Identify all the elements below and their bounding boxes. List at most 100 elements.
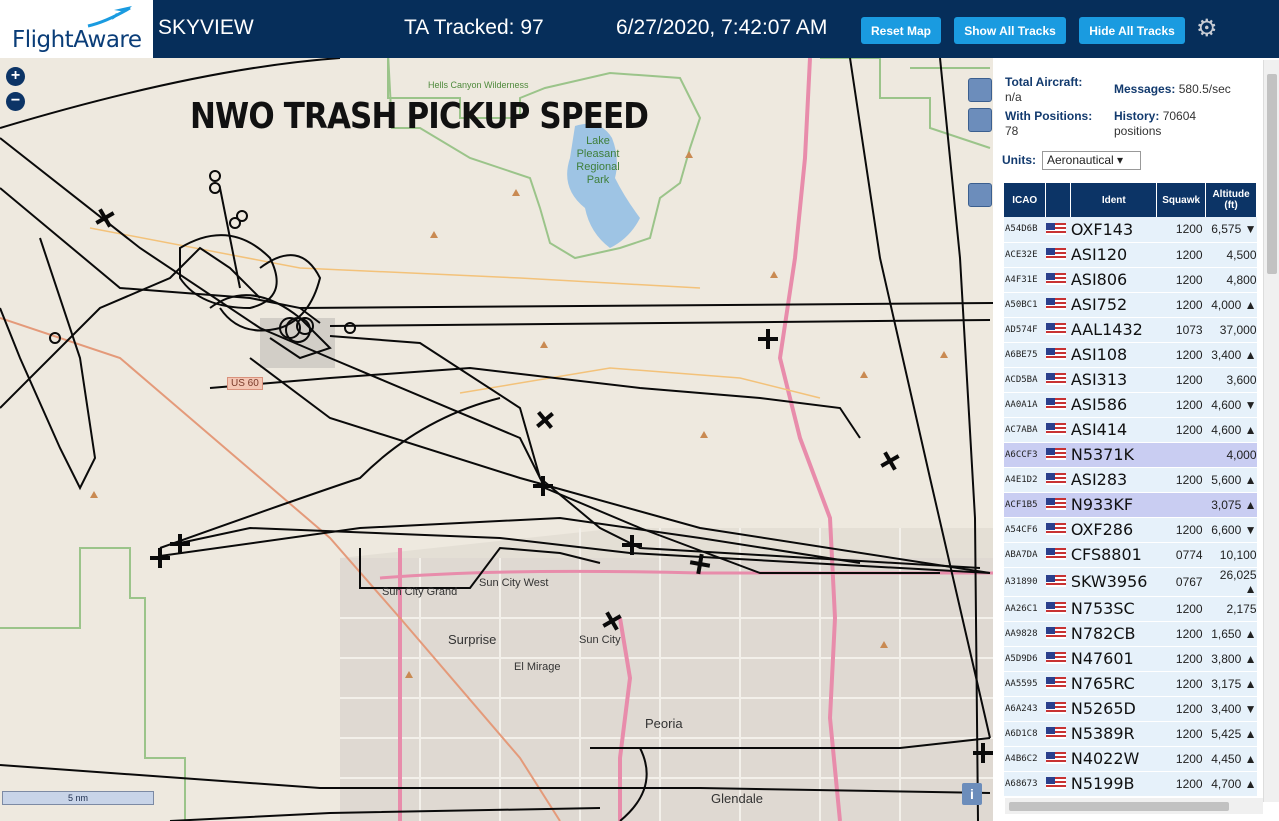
zoom-in-button[interactable]: + — [6, 67, 25, 86]
flag-cell — [1045, 417, 1071, 443]
panel-horizontal-scrollbar[interactable] — [1005, 798, 1263, 814]
altitude-cell: 3,600 — [1205, 367, 1257, 393]
squawk-cell: 1200 — [1156, 292, 1206, 318]
panel-vertical-scrollbar[interactable] — [1263, 60, 1279, 802]
table-row[interactable]: AD574F AAL1432 1073 37,000 — [1004, 317, 1257, 343]
flag-cell — [1045, 492, 1071, 518]
with-positions-label: With Positions: — [1005, 109, 1093, 123]
flag-cell — [1045, 342, 1071, 368]
altitude-cell: 6,575 ▼ — [1205, 217, 1257, 243]
ident-cell: AAL1432 — [1070, 317, 1157, 343]
zoom-out-button[interactable]: − — [6, 92, 25, 111]
table-row[interactable]: A6A243 N5265D 1200 3,400 ▼ — [1004, 696, 1257, 722]
flag-cell — [1045, 696, 1071, 722]
flag-cell — [1045, 317, 1071, 343]
flag-cell — [1045, 242, 1071, 268]
us-flag-icon — [1045, 398, 1066, 411]
map-overlay-caption: NWO TRASH PICKUP SPEED — [190, 96, 649, 137]
col-altitude[interactable]: Altitude (ft) — [1205, 183, 1257, 217]
altitude-cell: 1,650 ▲ — [1205, 621, 1257, 647]
label-us60: US 60 — [227, 377, 263, 390]
settings-gear-icon[interactable]: ⚙ — [1196, 14, 1218, 43]
squawk-cell: 1200 — [1156, 417, 1206, 443]
altitude-cell: 4,000 ▲ — [1205, 292, 1257, 318]
table-row[interactable]: ABA7DA CFS8801 0774 10,100 — [1004, 542, 1257, 568]
ident-cell: ASI108 — [1070, 342, 1157, 368]
us-flag-icon — [1045, 575, 1066, 588]
us-flag-icon — [1045, 373, 1066, 386]
squawk-cell: 0767 — [1156, 567, 1206, 597]
map-layers-icon[interactable] — [968, 78, 992, 102]
altitude-cell: 5,425 ▲ — [1205, 721, 1257, 747]
ident-cell: N753SC — [1070, 596, 1157, 622]
grid-view-icon[interactable] — [968, 108, 992, 132]
table-row[interactable]: A5D9D6 N47601 1200 3,800 ▲ — [1004, 646, 1257, 672]
table-row[interactable]: A6D1C8 N5389R 1200 5,425 ▲ — [1004, 721, 1257, 747]
table-row[interactable]: A4B6C2 N4022W 1200 4,450 ▲ — [1004, 746, 1257, 772]
squawk-cell: 1073 — [1156, 317, 1206, 343]
icao-cell: ABA7DA — [1004, 542, 1046, 568]
total-aircraft-value: n/a — [1005, 90, 1022, 104]
table-row[interactable]: A50BC1 ASI752 1200 4,000 ▲ — [1004, 292, 1257, 318]
col-flag[interactable] — [1045, 183, 1072, 217]
col-ident[interactable]: Ident — [1070, 183, 1158, 217]
column-toggle-icon[interactable] — [968, 183, 992, 207]
flightaware-logo[interactable]: FlightAware — [0, 0, 153, 58]
table-row[interactable]: AC7ABA ASI414 1200 4,600 ▲ — [1004, 417, 1257, 443]
label-surprise: Surprise — [448, 632, 497, 647]
hide-all-tracks-button[interactable]: Hide All Tracks — [1079, 17, 1185, 44]
table-row[interactable]: A6CCF3 N5371K 4,000 — [1004, 442, 1257, 468]
squawk-cell: 1200 — [1156, 517, 1206, 543]
scroll-thumb[interactable] — [1009, 802, 1229, 811]
us-flag-icon — [1045, 727, 1066, 740]
icao-cell: A54D6B — [1004, 217, 1046, 243]
ident-cell: N933KF — [1070, 492, 1157, 518]
us-flag-icon — [1045, 273, 1066, 286]
table-row[interactable]: A54CF6 OXF286 1200 6,600 ▼ — [1004, 517, 1257, 543]
table-row[interactable]: A68673 N5199B 1200 4,700 ▲ — [1004, 771, 1257, 797]
icao-cell: AA9828 — [1004, 621, 1046, 647]
table-row[interactable]: A54D6B OXF143 1200 6,575 ▼ — [1004, 217, 1257, 243]
altitude-cell: 5,600 ▲ — [1205, 467, 1257, 493]
flag-cell — [1045, 467, 1071, 493]
us-flag-icon — [1045, 752, 1066, 765]
table-row[interactable]: A4F31E ASI806 1200 4,800 — [1004, 267, 1257, 293]
table-row[interactable]: A6BE75 ASI108 1200 3,400 ▲ — [1004, 342, 1257, 368]
us-flag-icon — [1045, 627, 1066, 640]
ident-cell: OXF286 — [1070, 517, 1157, 543]
info-icon[interactable]: i — [962, 783, 982, 805]
ident-cell: N765RC — [1070, 671, 1157, 697]
total-aircraft-label: Total Aircraft: — [1005, 75, 1083, 89]
squawk-cell: 1200 — [1156, 746, 1206, 772]
table-row[interactable]: ACE32E ASI120 1200 4,500 — [1004, 242, 1257, 268]
squawk-cell: 0774 — [1156, 542, 1206, 568]
flag-cell — [1045, 621, 1071, 647]
flag-cell — [1045, 721, 1071, 747]
altitude-cell: 3,075 ▲ — [1205, 492, 1257, 518]
map-canvas[interactable]: Hells Canyon Wilderness Lake Pleasant Re… — [0, 58, 993, 821]
table-row[interactable]: AA9828 N782CB 1200 1,650 ▲ — [1004, 621, 1257, 647]
icao-cell: ACE32E — [1004, 242, 1046, 268]
table-row[interactable]: AA0A1A ASI586 1200 4,600 ▼ — [1004, 392, 1257, 418]
icao-cell: A4E1D2 — [1004, 467, 1046, 493]
col-icao[interactable]: ICAO — [1004, 183, 1047, 217]
table-row[interactable]: AA26C1 N753SC 1200 2,175 — [1004, 596, 1257, 622]
icao-cell: AA26C1 — [1004, 596, 1046, 622]
ident-cell: N47601 — [1070, 646, 1157, 672]
reset-map-button[interactable]: Reset Map — [861, 17, 941, 44]
col-squawk[interactable]: Squawk — [1156, 183, 1207, 217]
icao-cell: A6A243 — [1004, 696, 1046, 722]
show-all-tracks-button[interactable]: Show All Tracks — [954, 17, 1066, 44]
aircraft-panel: Total Aircraft: n/a Messages: 580.5/sec … — [993, 58, 1279, 821]
altitude-cell: 4,450 ▲ — [1205, 746, 1257, 772]
table-row[interactable]: AA5595 N765RC 1200 3,175 ▲ — [1004, 671, 1257, 697]
ident-cell: N5371K — [1070, 442, 1157, 468]
table-row[interactable]: A31890 SKW3956 0767 26,025 ▲ — [1004, 567, 1257, 597]
icao-cell: A6D1C8 — [1004, 721, 1046, 747]
altitude-cell: 10,100 — [1205, 542, 1257, 568]
units-select[interactable]: Aeronautical ▾ — [1042, 151, 1141, 170]
table-row[interactable]: ACF1B5 N933KF 3,075 ▲ — [1004, 492, 1257, 518]
table-row[interactable]: ACD5BA ASI313 1200 3,600 — [1004, 367, 1257, 393]
table-row[interactable]: A4E1D2 ASI283 1200 5,600 ▲ — [1004, 467, 1257, 493]
scroll-thumb[interactable] — [1267, 74, 1277, 274]
